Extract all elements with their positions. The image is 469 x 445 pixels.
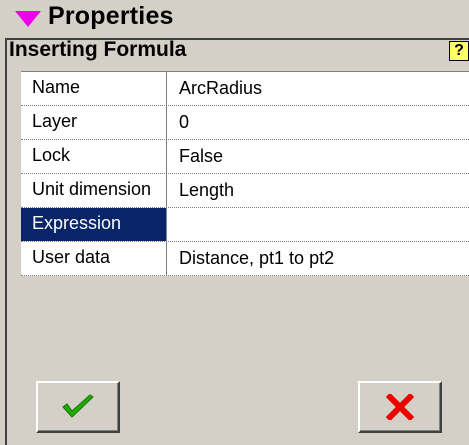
property-row-expression[interactable]: Expression (21, 208, 469, 242)
ok-button[interactable] (36, 381, 120, 433)
property-row-name[interactable]: Name ArcRadius (21, 72, 469, 106)
property-label: User data (21, 242, 167, 275)
checkmark-icon (62, 394, 94, 418)
dialog-title-bar: Inserting Formula ? (9, 38, 469, 64)
property-row-layer[interactable]: Layer 0 (21, 106, 469, 140)
help-icon[interactable]: ? (449, 41, 469, 61)
dialog-title: Inserting Formula (9, 38, 187, 61)
property-label: Unit dimension (21, 174, 167, 207)
panel-title: Properties (48, 2, 174, 30)
property-value[interactable]: ArcRadius (169, 72, 469, 105)
property-row-unit-dimension[interactable]: Unit dimension Length (21, 174, 469, 208)
cancel-button[interactable] (358, 381, 442, 433)
property-grid: Name ArcRadius Layer 0 Lock False Unit d… (21, 71, 469, 276)
property-row-user-data[interactable]: User data Distance, pt1 to pt2 (21, 242, 469, 276)
property-label: Name (21, 72, 167, 105)
property-label: Lock (21, 140, 167, 173)
x-icon (386, 394, 414, 420)
property-value[interactable]: Distance, pt1 to pt2 (169, 242, 469, 275)
property-label: Layer (21, 106, 167, 139)
property-row-lock[interactable]: Lock False (21, 140, 469, 174)
property-value[interactable]: Length (169, 174, 469, 207)
grid-empty-area (21, 282, 469, 374)
properties-panel-header: Properties (0, 0, 469, 38)
property-value[interactable]: 0 (169, 106, 469, 139)
property-value[interactable] (169, 208, 469, 241)
property-value[interactable]: False (169, 140, 469, 173)
triangle-down-icon[interactable] (14, 10, 42, 28)
property-label: Expression (21, 208, 167, 241)
